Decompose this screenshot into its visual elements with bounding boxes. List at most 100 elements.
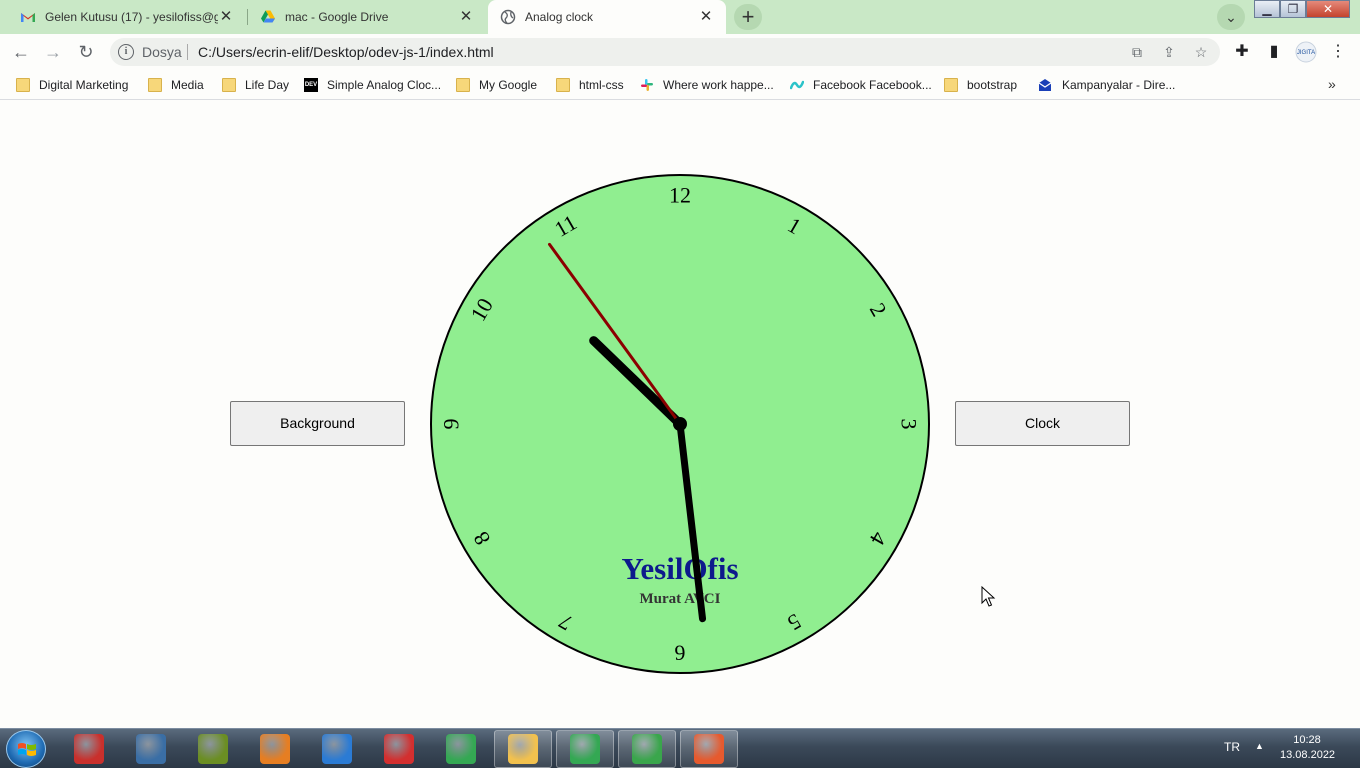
tab-search-button[interactable]: ⌄ — [1217, 4, 1245, 30]
bookmark-label: bootstrap — [967, 78, 1018, 92]
site-info-icon[interactable]: i — [118, 44, 134, 60]
taskbar-app[interactable] — [432, 730, 490, 768]
clock-author: Murat AVCI — [640, 591, 721, 607]
bookmark-slack[interactable]: Where work happe... — [640, 76, 774, 94]
tab-strip: Gelen Kutusu (17) - yesilofiss@gm ✕ mac … — [0, 0, 1360, 34]
bookmark-label: Digital Marketing — [39, 78, 129, 92]
start-button[interactable] — [6, 730, 46, 768]
media-player-icon — [136, 734, 166, 764]
opera-icon — [384, 734, 414, 764]
clock-numeral: 9 — [439, 419, 464, 430]
clock-brand: YesilOfis — [621, 551, 738, 586]
folder-icon — [222, 78, 236, 92]
bookmark-my-google[interactable]: My Google — [456, 76, 537, 94]
close-tab-icon[interactable]: ✕ — [458, 9, 474, 25]
close-tab-icon[interactable]: ✕ — [698, 9, 714, 25]
bookmark-label: Where work happe... — [663, 78, 774, 92]
close-tab-icon[interactable]: ✕ — [218, 9, 234, 25]
bookmark-digital-marketing[interactable]: Digital Marketing — [16, 76, 128, 94]
taskbar-app[interactable] — [556, 730, 614, 768]
share-icon[interactable]: ⇪ — [1159, 42, 1179, 62]
ccleaner-icon — [74, 734, 104, 764]
bookmark-star-icon[interactable]: ☆ — [1191, 42, 1211, 62]
sublime-text-icon — [260, 734, 290, 764]
chrome-profile-icon — [570, 734, 600, 764]
system-time: 10:28 — [1293, 734, 1321, 746]
extensions-puzzle-icon[interactable]: ✚ — [1230, 40, 1254, 64]
bookmark-media[interactable]: Media — [148, 76, 204, 94]
gmail-icon — [21, 13, 35, 22]
forward-button[interactable]: → — [41, 40, 65, 64]
address-scheme-label: Dosya — [142, 44, 182, 60]
show-hidden-icons-icon[interactable]: ▲ — [1255, 741, 1264, 751]
translate-icon[interactable]: ⧉ — [1127, 42, 1147, 62]
bookmark-label: Life Day — [245, 78, 290, 92]
bookmark-label: Kampanyalar - Dire... — [1062, 78, 1176, 92]
bookmark-kampanyalar[interactable]: Kampanyalar - Dire... — [1037, 76, 1175, 94]
tab-gmail[interactable]: Gelen Kutusu (17) - yesilofiss@gm ✕ — [8, 0, 246, 34]
mouse-cursor-icon — [981, 586, 996, 607]
bookmark-life-day[interactable]: Life Day — [222, 76, 289, 94]
svg-text:JIGITA: JIGITA — [1297, 50, 1315, 56]
file-explorer-icon — [508, 734, 538, 764]
clock-numeral: 6 — [675, 641, 686, 666]
bookmark-label: Media — [171, 78, 204, 92]
tab-title: Analog clock — [525, 10, 594, 24]
page-content: Background Clock 12 1 2 3 4 5 6 7 8 9 10 11 YesilOf… — [0, 101, 1360, 728]
windows-logo-icon — [18, 743, 36, 756]
bookmark-bootstrap[interactable]: bootstrap — [944, 76, 1017, 94]
chrome-icon — [446, 734, 476, 764]
address-url[interactable]: C:/Users/ecrin-elif/Desktop/odev-js-1/in… — [198, 44, 494, 60]
bookmarks-bar: Digital Marketing Media Life Day DEV Simp… — [0, 70, 1360, 100]
chrome-menu-icon[interactable]: ⋮ — [1326, 40, 1350, 64]
taskbar-app[interactable] — [184, 730, 242, 768]
bookmarks-overflow-button[interactable]: » — [1328, 76, 1336, 92]
tab-analog-clock[interactable]: Analog clock ✕ — [488, 0, 726, 34]
address-divider — [187, 44, 188, 60]
windows-taskbar: TR ▲ 10:28 13.08.2022 — [0, 728, 1360, 768]
git-kraken-icon — [198, 734, 228, 764]
bookmark-simple-analog-clock[interactable]: DEV Simple Analog Cloc... — [304, 76, 441, 94]
taskbar-app[interactable] — [246, 730, 304, 768]
window-controls: ▁ ❐ ✕ — [1254, 0, 1350, 20]
google-drive-icon — [261, 10, 275, 23]
clock-numeral: 12 — [669, 183, 691, 208]
analog-clock: 121234567891011 YesilOfis Murat AVCI — [430, 174, 930, 674]
folder-icon — [16, 78, 30, 92]
globe-icon — [500, 9, 516, 25]
folder-icon — [556, 78, 570, 92]
close-window-button[interactable]: ✕ — [1306, 0, 1350, 18]
address-bar[interactable]: i Dosya C:/Users/ecrin-elif/Desktop/odev… — [110, 38, 1220, 66]
bookmark-facebook[interactable]: Facebook Facebook... — [790, 76, 932, 94]
bookmark-label: html-css — [579, 78, 624, 92]
side-panel-icon[interactable]: ▮ — [1262, 40, 1286, 64]
taskbar-app[interactable] — [494, 730, 552, 768]
clock-numeral: 3 — [897, 419, 922, 430]
bookmark-label: Facebook Facebook... — [813, 78, 932, 92]
tab-title: mac - Google Drive — [285, 10, 389, 24]
tab-google-drive[interactable]: mac - Google Drive ✕ — [248, 0, 486, 34]
profile-avatar[interactable]: JIGITA — [1293, 40, 1319, 64]
clock-center-pin — [673, 417, 687, 431]
mail-icon — [1038, 79, 1052, 91]
slack-icon — [641, 79, 653, 91]
tab-title: Gelen Kutusu (17) - yesilofiss@gm — [45, 10, 218, 24]
taskbar-app[interactable] — [618, 730, 676, 768]
vscode-icon — [322, 734, 352, 764]
minimize-button[interactable]: ▁ — [1254, 0, 1280, 18]
system-clock[interactable]: 10:28 13.08.2022 — [1280, 733, 1335, 763]
bookmark-label: My Google — [479, 78, 538, 92]
folder-icon — [944, 78, 958, 92]
reload-button[interactable]: ↻ — [74, 40, 98, 64]
bookmark-html-css[interactable]: html-css — [556, 76, 624, 94]
taskbar-app[interactable] — [308, 730, 366, 768]
back-button[interactable]: ← — [9, 40, 33, 64]
taskbar-app[interactable] — [122, 730, 180, 768]
language-indicator[interactable]: TR — [1224, 740, 1240, 754]
taskbar-app[interactable] — [60, 730, 118, 768]
taskbar-app[interactable] — [680, 730, 738, 768]
restore-button[interactable]: ❐ — [1280, 0, 1306, 18]
camtasia-green-icon — [632, 734, 662, 764]
new-tab-button[interactable]: + — [734, 4, 762, 30]
taskbar-app[interactable] — [370, 730, 428, 768]
